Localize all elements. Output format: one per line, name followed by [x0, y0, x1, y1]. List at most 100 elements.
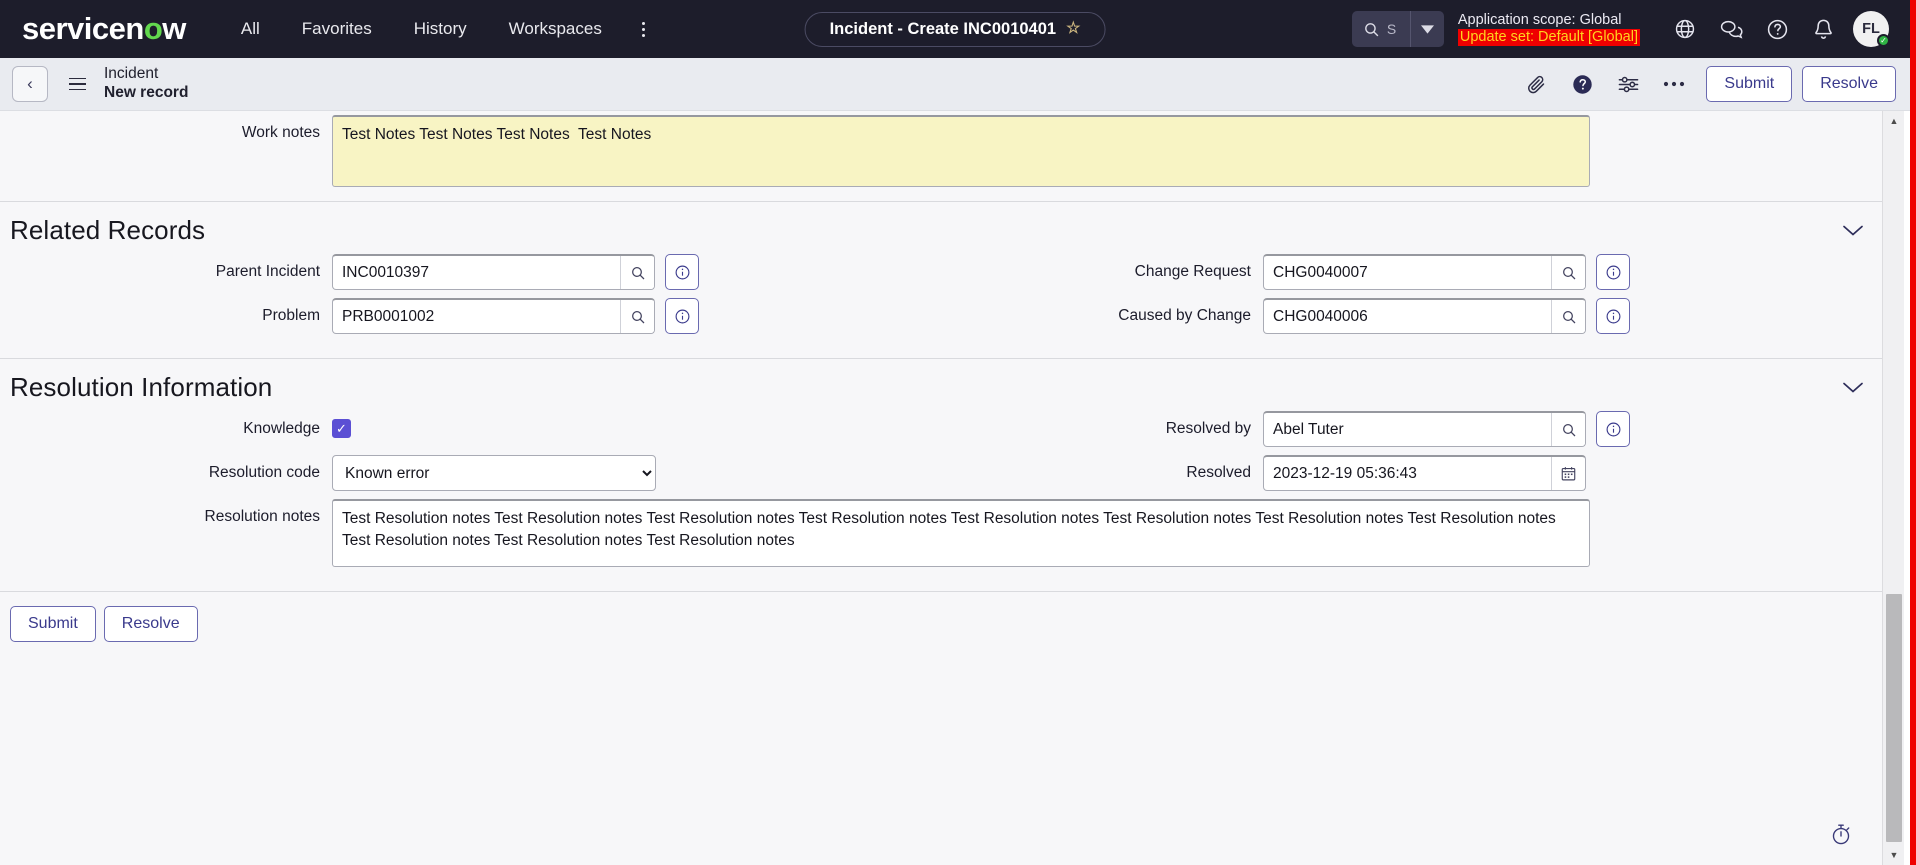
- field-resolution-code: Resolution code Known error: [10, 455, 941, 491]
- resolved-by-input[interactable]: [1264, 413, 1551, 446]
- resolution-code-select[interactable]: Known error: [332, 455, 656, 491]
- change-request-label: Change Request: [1134, 263, 1251, 280]
- knowledge-checkbox[interactable]: ✓: [332, 419, 351, 438]
- nav-item-history[interactable]: History: [393, 11, 488, 47]
- record-menu-icon[interactable]: [60, 66, 94, 102]
- change-request-input[interactable]: [1264, 256, 1551, 289]
- change-request-reference-field[interactable]: [1263, 254, 1586, 290]
- parent-incident-reference-field[interactable]: [332, 254, 655, 290]
- work-notes-label: Work notes: [241, 124, 320, 141]
- resolved-by-info-icon[interactable]: [1596, 411, 1630, 447]
- record-toolbar-actions: Submit Resolve: [1514, 64, 1896, 104]
- parent-incident-info-icon[interactable]: [665, 254, 699, 290]
- nav-item-favorites[interactable]: Favorites: [281, 11, 393, 47]
- record-title-pill[interactable]: Incident - Create INC0010401 ☆: [804, 11, 1106, 47]
- bottom-spacer: [0, 656, 1882, 746]
- parent-incident-lookup-search-icon[interactable]: [620, 256, 654, 289]
- problem-reference-field[interactable]: [332, 298, 655, 334]
- form-content: Work notes Related Records: [0, 111, 1882, 746]
- problem-lookup-search-icon[interactable]: [620, 300, 654, 333]
- knowledge-label: Knowledge: [243, 420, 320, 437]
- change-request-lookup-search-icon[interactable]: [1551, 256, 1585, 289]
- search-scope-dropdown[interactable]: [1409, 11, 1444, 47]
- nav-item-workspaces[interactable]: Workspaces: [488, 11, 623, 47]
- conversations-icon[interactable]: [1708, 6, 1754, 52]
- update-set-label: Update set: Default [Global]: [1457, 29, 1640, 47]
- submit-button-top[interactable]: Submit: [1706, 66, 1793, 102]
- attachment-icon[interactable]: [1514, 64, 1558, 104]
- resolution-code-label: Resolution code: [208, 464, 320, 481]
- parent-incident-input[interactable]: [333, 256, 620, 289]
- collapse-resolution-information-chevron-down-icon[interactable]: [1834, 371, 1872, 403]
- calendar-icon[interactable]: [1551, 457, 1585, 490]
- resolved-label: Resolved: [1186, 464, 1251, 481]
- resolved-by-label: Resolved by: [1165, 420, 1251, 437]
- change-request-info-icon[interactable]: [1596, 254, 1630, 290]
- field-resolved: Resolved: [941, 455, 1872, 491]
- resolution-information-heading: Resolution Information: [10, 371, 273, 402]
- nav-item-all[interactable]: All: [220, 11, 281, 47]
- resolved-input[interactable]: [1264, 457, 1551, 490]
- field-change-request: Change Request: [941, 254, 1872, 290]
- logo-text-main: servicen: [22, 11, 144, 46]
- global-nav-right: S Application scope: Global Update set: …: [1351, 6, 1896, 52]
- collapse-related-records-chevron-down-icon[interactable]: [1834, 214, 1872, 246]
- scroll-up-arrow-icon[interactable]: ▲: [1883, 111, 1905, 131]
- form-scroll-area: Work notes Related Records: [0, 111, 1904, 865]
- vertical-scrollbar[interactable]: ▲ ▼: [1882, 111, 1904, 865]
- global-search[interactable]: S: [1351, 11, 1444, 47]
- more-menu-icon[interactable]: [629, 13, 659, 45]
- resolved-by-reference-field[interactable]: [1263, 411, 1586, 447]
- caused-by-change-input[interactable]: [1264, 300, 1551, 333]
- record-title-text: Incident - Create INC0010401: [829, 19, 1057, 38]
- record-toolbar: ‹ Incident New record Submit Resolve: [0, 58, 1910, 111]
- chevron-down-icon: [1420, 24, 1434, 34]
- resolution-notes-input[interactable]: [332, 499, 1590, 567]
- resolve-button-top[interactable]: Resolve: [1802, 66, 1896, 102]
- field-knowledge: Knowledge ✓: [10, 411, 941, 438]
- section-header-resolution-information: Resolution Information: [0, 358, 1882, 411]
- field-problem: Problem: [10, 298, 941, 334]
- scroll-down-arrow-icon[interactable]: ▼: [1883, 845, 1905, 865]
- help-icon[interactable]: [1754, 6, 1800, 52]
- servicenow-logo[interactable]: servicen o w: [22, 11, 186, 47]
- application-scope-indicator[interactable]: Application scope: Global Update set: De…: [1457, 12, 1640, 47]
- submit-button-bottom[interactable]: Submit: [10, 606, 96, 642]
- more-actions-icon[interactable]: [1652, 64, 1696, 104]
- scrollbar-thumb[interactable]: [1886, 593, 1902, 843]
- field-resolution-notes: Resolution notes: [10, 499, 1872, 567]
- notifications-icon[interactable]: [1800, 6, 1846, 52]
- section-header-related-records: Related Records: [0, 201, 1882, 254]
- form-bottom-actions: Submit Resolve: [0, 591, 1882, 656]
- record-type-label: Incident: [104, 65, 159, 83]
- caused-by-change-info-icon[interactable]: [1596, 298, 1630, 334]
- global-navigation-bar: servicen o w All Favorites History Works…: [0, 0, 1910, 58]
- personalize-form-icon[interactable]: [1606, 64, 1650, 104]
- primary-nav-links: All Favorites History Workspaces: [220, 11, 659, 47]
- search-input[interactable]: S: [1352, 11, 1410, 47]
- problem-input[interactable]: [333, 300, 620, 333]
- caused-by-change-label: Caused by Change: [1118, 307, 1251, 324]
- field-caused-by-change: Caused by Change: [941, 298, 1872, 334]
- field-parent-incident: Parent Incident: [10, 254, 941, 290]
- resolve-button-bottom[interactable]: Resolve: [103, 606, 198, 642]
- globe-icon[interactable]: [1662, 6, 1708, 52]
- record-state-label: New record: [104, 84, 189, 101]
- caused-by-change-lookup-search-icon[interactable]: [1551, 300, 1585, 333]
- record-title-block: Incident New record: [104, 65, 188, 103]
- back-button[interactable]: ‹: [12, 66, 48, 102]
- problem-info-icon[interactable]: [665, 298, 699, 334]
- field-resolved-by: Resolved by: [941, 411, 1872, 447]
- caused-by-change-reference-field[interactable]: [1263, 298, 1586, 334]
- resolved-datetime-field[interactable]: [1263, 455, 1586, 491]
- parent-incident-label: Parent Incident: [215, 263, 320, 280]
- form-help-icon[interactable]: [1560, 64, 1604, 104]
- related-records-heading: Related Records: [10, 214, 206, 245]
- work-notes-input[interactable]: [332, 115, 1590, 187]
- favorite-star-icon[interactable]: ☆: [1066, 21, 1080, 37]
- resolved-by-lookup-search-icon[interactable]: [1551, 413, 1585, 446]
- app-frame: servicen o w All Favorites History Works…: [0, 0, 1916, 865]
- logo-text-tail: w: [162, 11, 186, 46]
- avatar[interactable]: FL ✓: [1846, 6, 1896, 52]
- stopwatch-icon[interactable]: [1824, 817, 1858, 851]
